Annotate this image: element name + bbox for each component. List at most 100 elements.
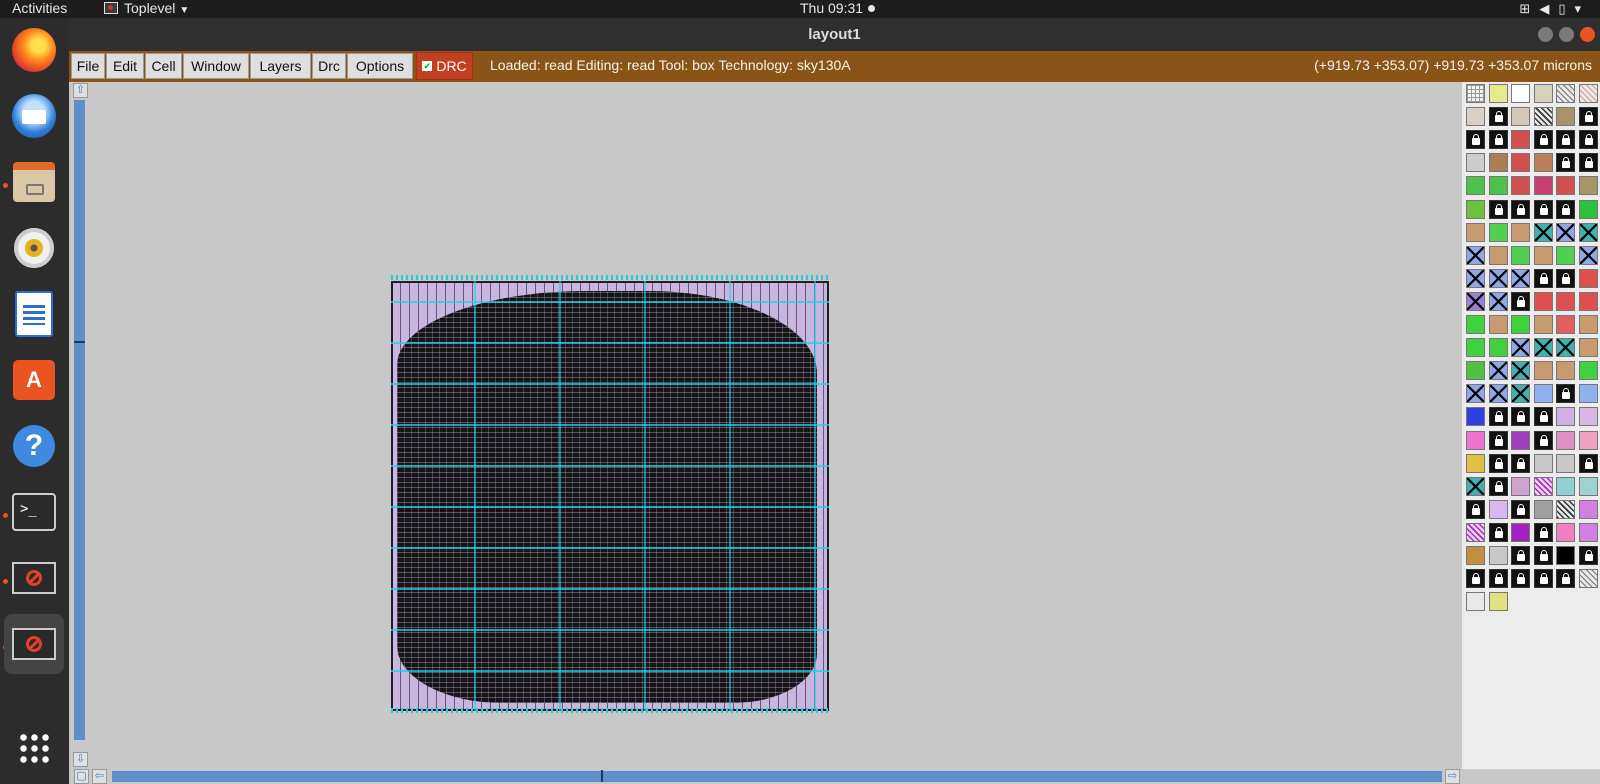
vertical-scrollbar[interactable]: ⇧ ⇩ (69, 82, 90, 770)
layer-swatch[interactable] (1511, 476, 1531, 496)
layer-swatch[interactable] (1579, 291, 1598, 311)
layer-swatch[interactable] (1579, 361, 1598, 381)
layer-lock-icon[interactable] (1488, 407, 1508, 427)
layer-lock-icon[interactable] (1488, 130, 1508, 150)
layer-swatch[interactable] (1466, 222, 1485, 242)
layer-swatch[interactable] (1466, 407, 1485, 427)
layer-swatch[interactable] (1466, 430, 1485, 450)
dock-terminal[interactable]: >_ (10, 488, 58, 536)
layer-swatch[interactable] (1511, 338, 1531, 358)
layer-swatch[interactable] (1533, 361, 1553, 381)
layer-lock-icon[interactable] (1466, 130, 1485, 150)
layer-lock-icon[interactable] (1579, 453, 1598, 473)
layer-lock-icon[interactable] (1511, 199, 1531, 219)
layer-swatch[interactable] (1533, 384, 1553, 404)
layer-swatch[interactable] (1488, 222, 1508, 242)
layer-swatch[interactable] (1466, 522, 1485, 542)
layer-lock-icon[interactable] (1556, 384, 1576, 404)
layer-lock-icon[interactable] (1579, 153, 1598, 173)
layer-lock-icon[interactable] (1579, 107, 1598, 127)
layer-swatch[interactable] (1556, 453, 1576, 473)
layer-lock-icon[interactable] (1511, 407, 1531, 427)
layer-swatch[interactable] (1466, 338, 1485, 358)
layer-lock-icon[interactable] (1466, 569, 1485, 589)
layer-swatch[interactable] (1533, 84, 1553, 103)
layer-swatch[interactable] (1488, 245, 1508, 265)
layer-swatch[interactable] (1466, 291, 1485, 311)
dock-firefox[interactable] (10, 26, 58, 74)
layer-swatch[interactable] (1511, 153, 1531, 173)
layer-swatch[interactable] (1579, 268, 1598, 288)
layer-lock-icon[interactable] (1511, 499, 1531, 519)
clock[interactable]: Thu 09:31 (800, 0, 876, 17)
layer-swatch[interactable] (1511, 245, 1531, 265)
layer-lock-icon[interactable] (1488, 199, 1508, 219)
layer-swatch[interactable] (1488, 153, 1508, 173)
layer-swatch[interactable] (1466, 245, 1485, 265)
layer-swatch[interactable] (1466, 592, 1485, 612)
layer-swatch[interactable] (1556, 407, 1576, 427)
activities-button[interactable]: Activities (12, 0, 67, 17)
layer-swatch[interactable] (1579, 245, 1598, 265)
menu-window[interactable]: Window (183, 53, 249, 79)
layer-lock-icon[interactable] (1533, 407, 1553, 427)
layer-swatch[interactable] (1488, 176, 1508, 196)
layer-swatch[interactable] (1533, 476, 1553, 496)
menu-drc[interactable]: Drc (312, 53, 346, 79)
close-button[interactable] (1580, 27, 1595, 42)
layer-swatch[interactable] (1533, 453, 1553, 473)
layer-swatch[interactable] (1556, 84, 1576, 103)
horizontal-scroll-track[interactable] (112, 771, 1442, 782)
layer-lock-icon[interactable] (1511, 453, 1531, 473)
layer-swatch[interactable] (1488, 592, 1508, 612)
layer-lock-icon[interactable] (1533, 268, 1553, 288)
layer-swatch[interactable] (1511, 222, 1531, 242)
layer-swatch[interactable] (1511, 315, 1531, 334)
layer-swatch[interactable] (1579, 222, 1598, 242)
layer-lock-icon[interactable] (1533, 199, 1553, 219)
layer-lock-icon[interactable] (1533, 130, 1553, 150)
layer-swatch[interactable] (1466, 453, 1485, 473)
layer-swatch[interactable] (1488, 268, 1508, 288)
layer-swatch[interactable] (1533, 499, 1553, 519)
layer-lock-icon[interactable] (1556, 268, 1576, 288)
layer-swatch[interactable] (1556, 107, 1576, 127)
scroll-left-icon[interactable]: ⇦ (92, 769, 107, 784)
layer-swatch[interactable] (1556, 546, 1576, 565)
layer-swatch[interactable] (1466, 176, 1485, 196)
maximize-button[interactable] (1559, 27, 1574, 42)
layer-swatch[interactable] (1511, 430, 1531, 450)
layer-swatch[interactable] (1579, 407, 1598, 427)
layer-lock-icon[interactable] (1488, 107, 1508, 127)
layer-swatch[interactable] (1488, 291, 1508, 311)
layer-swatch[interactable] (1556, 361, 1576, 381)
dock-app-window-1[interactable] (10, 554, 58, 602)
layer-lock-icon[interactable] (1488, 522, 1508, 542)
layer-swatch[interactable] (1488, 84, 1508, 103)
layer-lock-icon[interactable] (1579, 130, 1598, 150)
menu-options[interactable]: Options (347, 53, 413, 79)
layer-swatch[interactable] (1533, 291, 1553, 311)
layer-swatch[interactable] (1466, 268, 1485, 288)
app-menu[interactable]: Toplevel ▼ (104, 0, 189, 19)
menu-layers[interactable]: Layers (250, 53, 311, 79)
layer-swatch[interactable] (1533, 107, 1553, 127)
layer-swatch[interactable] (1466, 546, 1485, 565)
layer-swatch[interactable] (1466, 476, 1485, 496)
drc-toggle[interactable]: ✔ DRC (416, 52, 473, 80)
layer-swatch[interactable] (1579, 476, 1598, 496)
layer-swatch[interactable] (1556, 176, 1576, 196)
layer-lock-icon[interactable] (1556, 199, 1576, 219)
zoom-box-icon[interactable]: ▢ (74, 769, 89, 784)
menu-file[interactable]: File (71, 53, 105, 79)
layer-lock-icon[interactable] (1533, 569, 1553, 589)
layer-swatch[interactable] (1533, 245, 1553, 265)
layer-swatch[interactable] (1556, 338, 1576, 358)
layer-swatch[interactable] (1579, 569, 1598, 589)
layer-swatch[interactable] (1488, 315, 1508, 334)
dock-thunderbird[interactable] (10, 92, 58, 140)
layer-lock-icon[interactable] (1488, 430, 1508, 450)
layer-lock-icon[interactable] (1556, 153, 1576, 173)
dock-app-window-2[interactable] (4, 614, 64, 674)
layer-swatch[interactable] (1511, 176, 1531, 196)
